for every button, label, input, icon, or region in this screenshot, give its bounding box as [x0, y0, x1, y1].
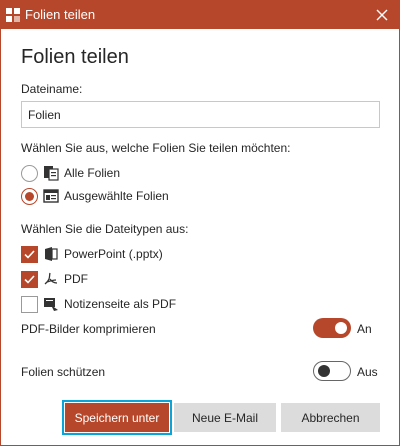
title-bar: Folien teilen [1, 1, 399, 29]
close-button[interactable] [371, 4, 393, 26]
save-as-button[interactable]: Speichern unter [62, 400, 172, 435]
all-slides-radio[interactable] [21, 164, 38, 182]
compress-images-toggle[interactable] [313, 318, 351, 338]
protect-slides-label: Folien schützen [21, 365, 106, 379]
all-slides-option[interactable]: Alle Folien [21, 163, 120, 183]
toggle-knob [335, 322, 347, 334]
pdf-label: PDF [64, 272, 88, 286]
filename-label: Dateiname: [21, 82, 83, 96]
notes-pdf-option[interactable]: Notizenseite als PDF [21, 294, 176, 314]
powerpoint-icon [43, 246, 59, 262]
dialog-heading: Folien teilen [21, 46, 129, 68]
all-slides-label: Alle Folien [64, 166, 121, 180]
protect-slides-toggle[interactable] [313, 361, 351, 381]
selected-slides-icon [43, 188, 59, 204]
share-slides-dialog: Folien teilen Folien teilen Dateiname: W… [0, 0, 400, 446]
selected-slides-radio[interactable] [21, 187, 38, 205]
pptx-label: PowerPoint (.pptx) [64, 247, 163, 261]
filetypes-label: Wählen Sie die Dateitypen aus: [21, 222, 189, 236]
selected-slides-label: Ausgewählte Folien [64, 189, 169, 203]
new-email-button[interactable]: Neue E-Mail [174, 403, 276, 432]
checkmark-icon [24, 249, 35, 259]
pptx-checkbox[interactable] [21, 245, 38, 263]
selected-slides-option[interactable]: Ausgewählte Folien [21, 186, 169, 206]
protect-slides-state: Aus [357, 365, 378, 379]
pdf-icon [43, 271, 59, 287]
slides-selection-label: Wählen Sie aus, welche Folien Sie teilen… [21, 141, 291, 155]
close-icon [376, 9, 388, 21]
checkmark-icon [24, 274, 35, 284]
all-slides-icon [43, 165, 59, 181]
cancel-button[interactable]: Abbrechen [281, 403, 380, 432]
pptx-option[interactable]: PowerPoint (.pptx) [21, 244, 163, 264]
compress-images-label: PDF-Bilder komprimieren [21, 322, 156, 336]
pdf-option[interactable]: PDF [21, 269, 88, 289]
notes-pdf-icon [43, 296, 59, 312]
share-slides-app-icon [6, 8, 20, 22]
notes-pdf-label: Notizenseite als PDF [64, 297, 177, 311]
toggle-knob [318, 365, 330, 377]
compress-images-state: An [357, 322, 372, 336]
pdf-checkbox[interactable] [21, 270, 38, 288]
filename-input[interactable] [21, 101, 380, 128]
notes-pdf-checkbox[interactable] [21, 295, 38, 313]
window-title: Folien teilen [25, 7, 96, 22]
